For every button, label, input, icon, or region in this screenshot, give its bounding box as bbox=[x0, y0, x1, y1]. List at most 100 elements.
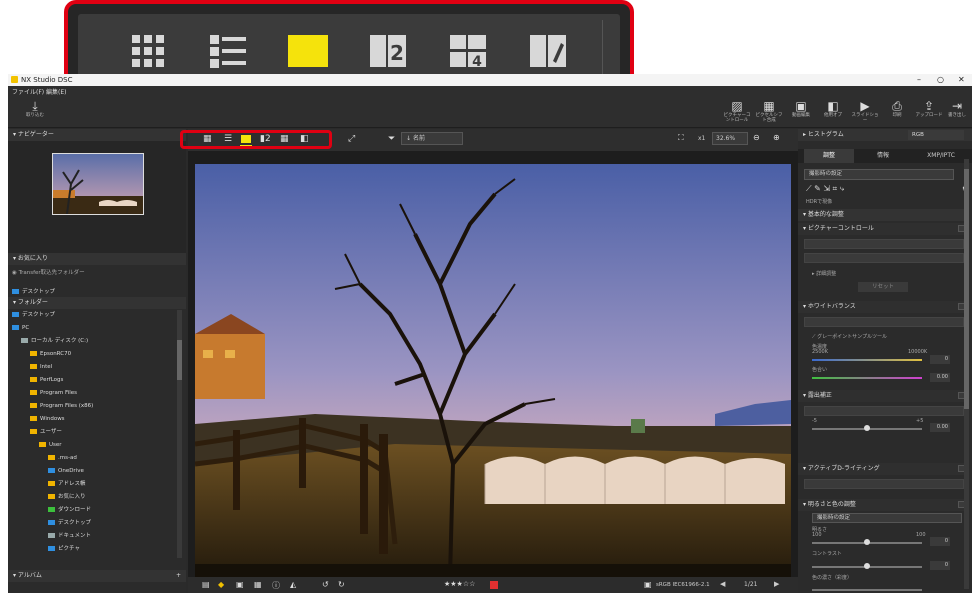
single-image-view-icon[interactable] bbox=[286, 31, 330, 71]
zoom-x1-button[interactable]: x1 bbox=[698, 135, 705, 142]
rotate-left-icon[interactable]: ↺ bbox=[322, 580, 329, 589]
brightness-value[interactable]: 0 bbox=[930, 537, 950, 546]
add-album-button[interactable]: + bbox=[176, 570, 181, 582]
favorites-item[interactable]: デスクトップ bbox=[12, 287, 55, 297]
info-icon[interactable]: ⓘ bbox=[272, 580, 280, 591]
thumbnail-grid-icon[interactable] bbox=[126, 31, 170, 71]
navigator-header[interactable]: ▾ ナビゲーター bbox=[8, 129, 186, 141]
adl-select[interactable] bbox=[804, 479, 964, 489]
folder-tree-item[interactable]: Windows bbox=[30, 414, 65, 424]
folder-tree-item[interactable]: PerfLogs bbox=[30, 375, 63, 385]
toolbar-item-movie-edit[interactable]: ▣ 動画編集 bbox=[786, 99, 816, 118]
folder-tree-item[interactable]: Intel bbox=[30, 362, 52, 372]
zoom-out-icon[interactable]: ⊖ bbox=[753, 133, 760, 142]
tab-xmp[interactable]: XMP/IPTC bbox=[912, 149, 970, 163]
folder-tree-item[interactable]: Program Files (x86) bbox=[30, 401, 93, 411]
folder-tree-item[interactable]: ローカル ディスク (C:) bbox=[21, 336, 88, 346]
next-image-button[interactable]: ▶ bbox=[774, 580, 779, 588]
menu-edit[interactable]: 編集(E) bbox=[46, 87, 66, 96]
single-image-view-icon[interactable] bbox=[241, 135, 251, 143]
tab-info[interactable]: 情報 bbox=[858, 149, 908, 163]
toolbar-item-upload[interactable]: ⇪ アップロード bbox=[914, 99, 944, 118]
grid-icon[interactable]: ▦ bbox=[254, 580, 262, 589]
folders-header[interactable]: ▾ フォルダー bbox=[8, 297, 186, 309]
detail-adjust-toggle[interactable]: ▸ 詳細調整 bbox=[812, 270, 836, 277]
histogram-header[interactable]: ▸ ヒストグラム RGB bbox=[798, 129, 972, 141]
folder-tree-item[interactable]: アドレス帳 bbox=[48, 479, 86, 489]
white-balance-select[interactable] bbox=[804, 317, 964, 327]
zoom-select[interactable]: 32.6% bbox=[712, 132, 748, 145]
fit-screen-icon[interactable]: ⛶ bbox=[678, 133, 684, 143]
folder-tree-item[interactable]: デスクトップ bbox=[48, 518, 91, 528]
basic-adjust-header[interactable]: ▾ 基本的な調整 bbox=[798, 209, 968, 221]
toolbar-item-slideshow[interactable]: ▶ スライドショー bbox=[850, 99, 880, 123]
picture-control-select[interactable] bbox=[804, 239, 964, 249]
toolbar-item-pixel-shift[interactable]: ▦ ピクセルシフト合成 bbox=[754, 99, 784, 123]
preset-select[interactable]: 撮影時の設定 bbox=[804, 169, 954, 180]
tint-slider[interactable] bbox=[812, 377, 922, 379]
folder-scrollbar[interactable] bbox=[177, 310, 182, 558]
folder-tree-item[interactable]: ユーザー bbox=[30, 427, 62, 437]
menu-file[interactable]: ファイル(F) bbox=[12, 87, 44, 96]
folder-tree-item[interactable]: .ms-ad bbox=[48, 453, 77, 463]
folder-tree-item[interactable]: お気に入り bbox=[48, 492, 86, 502]
saturation-slider[interactable] bbox=[812, 589, 922, 591]
right-panel-scrollbar[interactable] bbox=[964, 159, 969, 589]
folder-tree-item[interactable]: ドキュメント bbox=[48, 531, 91, 541]
toolbar-item-options[interactable]: ◧ 他用オプ bbox=[818, 99, 848, 118]
folder-tree-item[interactable]: OneDrive bbox=[48, 466, 84, 476]
tint-value[interactable]: 0.00 bbox=[930, 373, 950, 382]
exposure-knob[interactable] bbox=[864, 425, 870, 431]
tab-adjust[interactable]: 調整 bbox=[804, 149, 854, 163]
compare-4-icon[interactable]: 4 bbox=[446, 31, 490, 71]
close-button[interactable]: ✕ bbox=[958, 75, 965, 84]
contrast-value[interactable]: 0 bbox=[930, 561, 950, 570]
exposure-input[interactable] bbox=[804, 406, 964, 416]
rating-stars[interactable]: ★★★☆☆ bbox=[444, 580, 475, 588]
toolbar-item-picture-control[interactable]: ▨ ピクチャーコントロール bbox=[722, 99, 752, 123]
histogram-icon[interactable]: ◭ bbox=[290, 580, 296, 589]
adl-header[interactable]: ▾ アクティブD-ライティング bbox=[798, 463, 968, 475]
picture-control-header[interactable]: ▾ ピクチャーコントロール bbox=[798, 223, 968, 235]
color-temp-slider[interactable] bbox=[812, 359, 922, 361]
filmstrip-icon[interactable]: ▤ bbox=[202, 580, 210, 589]
compare-4-icon[interactable]: ▦ bbox=[280, 134, 289, 144]
main-photo[interactable] bbox=[195, 164, 791, 577]
list-view-icon[interactable]: ☰ bbox=[224, 134, 232, 144]
folder-tree-item[interactable]: ダウンロード bbox=[48, 505, 91, 515]
toolbar-item-print[interactable]: ⎙ 印刷 bbox=[882, 99, 912, 118]
favorites-item[interactable]: ◉ Transfer取込先フォルダー bbox=[12, 268, 85, 278]
compare-2-icon[interactable]: 2 bbox=[366, 31, 410, 71]
brightness-preset-select[interactable]: 撮影時の設定 bbox=[812, 513, 962, 523]
exposure-header[interactable]: ▾ 露出補正 bbox=[798, 390, 968, 402]
maximize-button[interactable]: ○ bbox=[937, 75, 944, 84]
picture-control-mode-select[interactable] bbox=[804, 253, 964, 263]
color-temp-value[interactable]: 0 bbox=[930, 355, 950, 364]
contrast-knob[interactable] bbox=[864, 563, 870, 569]
toolbar-item-export[interactable]: ⇥ 書き出し bbox=[942, 99, 972, 118]
brightness-header[interactable]: ▾ 明るさと色の調整 bbox=[798, 499, 968, 511]
white-balance-header[interactable]: ▾ ホワイトバランス bbox=[798, 301, 968, 313]
histogram-mode-select[interactable]: RGB bbox=[908, 130, 964, 140]
thumbnail-grid-icon[interactable]: ▦ bbox=[203, 134, 212, 144]
hdr-checkbox[interactable]: HDRで現像 bbox=[806, 198, 832, 205]
before-after-icon[interactable] bbox=[526, 31, 570, 71]
fullscreen-icon[interactable]: ⤢ bbox=[348, 134, 355, 144]
compare-2-icon[interactable]: ▮2 bbox=[260, 134, 271, 144]
rotate-right-icon[interactable]: ↻ bbox=[338, 580, 345, 589]
favorites-header[interactable]: ▾ お気に入り bbox=[8, 253, 186, 265]
import-button[interactable]: ⤓ 取り込む bbox=[20, 99, 50, 118]
label-icon[interactable]: ◆ bbox=[218, 580, 224, 589]
list-view-icon[interactable] bbox=[206, 31, 250, 71]
sort-select[interactable]: ↓ 名前 bbox=[401, 132, 463, 145]
brightness-knob[interactable] bbox=[864, 539, 870, 545]
reset-button[interactable]: リセット bbox=[858, 282, 908, 292]
folder-tree-item[interactable]: デスクトップ bbox=[12, 310, 55, 320]
prev-image-button[interactable]: ◀ bbox=[720, 580, 725, 588]
exposure-value[interactable]: 0.00 bbox=[930, 423, 950, 432]
folder-tree-item[interactable]: EpsonRC70 bbox=[30, 349, 71, 359]
folder-tree-item[interactable]: User bbox=[39, 440, 62, 450]
gray-point-tool[interactable]: ⟋ グレーポイントサンプルツール bbox=[812, 333, 887, 340]
minimize-button[interactable]: – bbox=[917, 75, 921, 84]
filter-icon[interactable]: ⏷ bbox=[388, 134, 395, 144]
